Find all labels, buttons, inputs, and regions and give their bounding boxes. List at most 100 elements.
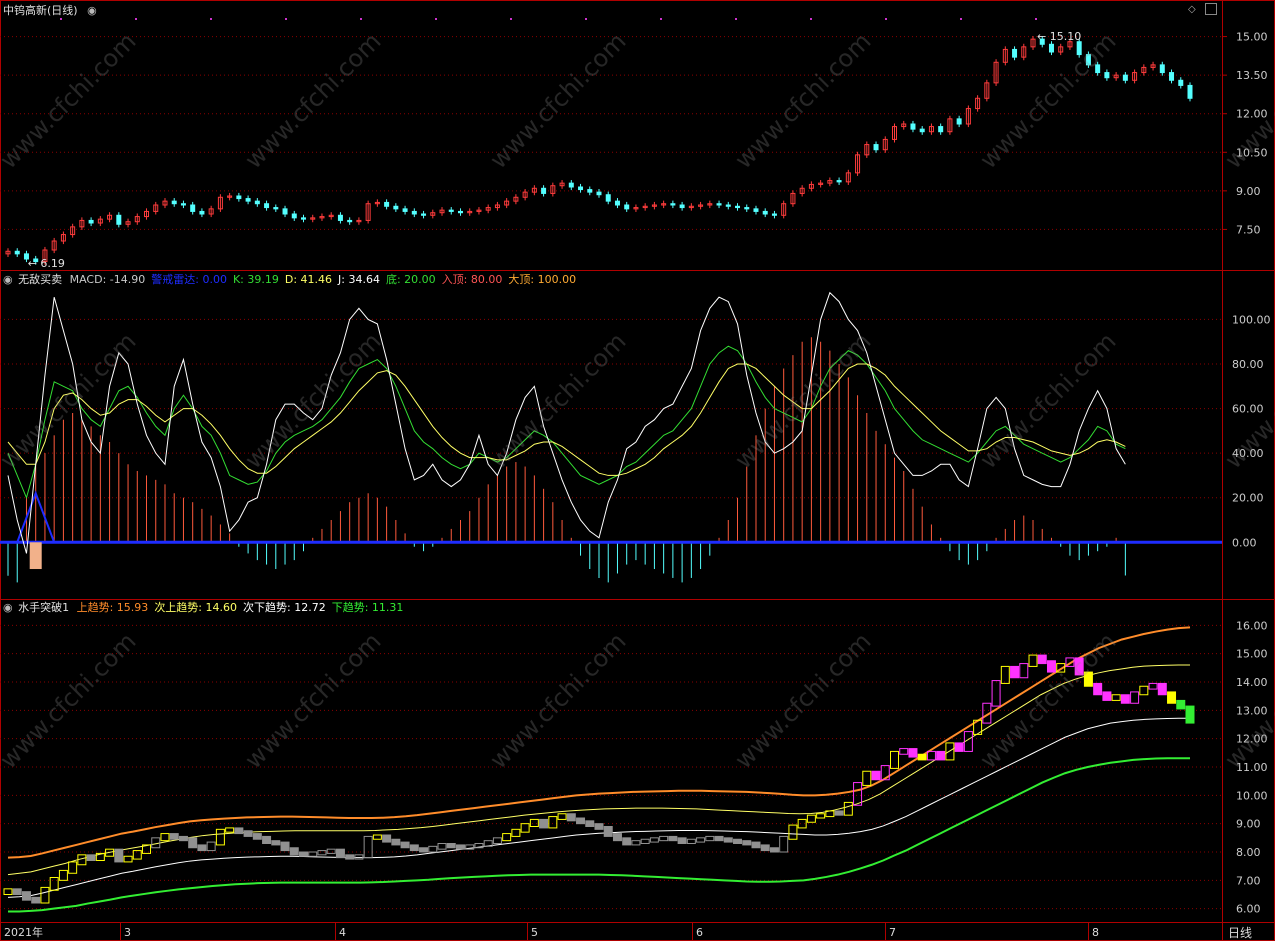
x-tick-label: 2021年 <box>4 925 43 939</box>
breakout-candle <box>86 854 96 861</box>
x-tick-label: 6 <box>696 926 703 939</box>
breakout-candle <box>40 886 50 904</box>
breakout-candle <box>908 748 918 758</box>
y-tick-label: 7.00 <box>1236 874 1261 887</box>
breakout-candle <box>548 816 558 829</box>
candle-body <box>1048 43 1054 53</box>
candle-body <box>1159 64 1165 74</box>
expand-icon[interactable]: ◉ <box>3 601 13 614</box>
y-tick-label: 7.50 <box>1236 223 1261 236</box>
signal-dot <box>660 18 662 20</box>
candle-body <box>873 144 879 151</box>
breakout-candle <box>576 817 586 825</box>
high-marker: ← 15.10 <box>1037 30 1081 43</box>
breakout-candle <box>58 869 68 881</box>
breakout-candle <box>612 833 622 842</box>
breakout-candle <box>991 680 1001 707</box>
legend-item: 下趋势: 11.31 <box>331 601 404 614</box>
breakout-candle <box>419 847 429 853</box>
breakout-candle <box>1148 682 1158 690</box>
panel2-header: ◉ 无敌买卖 MACD: -14.90 警戒雷达: 0.00 K: 39.19 D: … <box>3 273 588 287</box>
breakout-candle <box>696 837 706 843</box>
candle-body <box>753 208 759 212</box>
legend-item: D: 41.46 <box>284 273 333 286</box>
y-tick-label: 13.50 <box>1236 69 1268 82</box>
breakout-candle <box>225 827 235 833</box>
panel3-name: 水手突破1 <box>18 601 70 614</box>
breakout-candle <box>1139 685 1149 696</box>
breakout-candle <box>446 843 456 849</box>
diamond-icon[interactable]: ◇ <box>1188 4 1196 16</box>
legend-item: K: 39.19 <box>232 273 279 286</box>
breakout-candle <box>49 877 59 891</box>
kdj-line <box>7 291 1126 554</box>
breakout-candle <box>511 828 521 837</box>
candle-body <box>421 213 427 216</box>
breakout-candle <box>188 837 198 849</box>
breakout-candle <box>594 823 604 830</box>
candle-body <box>1122 74 1128 81</box>
breakout-candle <box>197 844 207 852</box>
candle-body <box>836 180 842 183</box>
breakout-candle <box>234 827 244 835</box>
signal-dot <box>360 18 362 20</box>
panel1-title: 中钨高新(日线) <box>3 4 78 17</box>
watermark: www.cfchi.com <box>484 627 631 774</box>
outer-frame <box>0 0 1275 941</box>
breakout-candle <box>1010 665 1020 679</box>
breakout-candle <box>382 834 392 843</box>
breakout-candle <box>169 833 179 840</box>
breakout-candle <box>686 838 696 844</box>
expand-icon[interactable]: ◉ <box>3 273 13 286</box>
breakout-candle <box>455 844 465 850</box>
watermark: www.cfchi.com <box>0 627 141 774</box>
breakout-candle <box>723 837 733 843</box>
candle-body <box>190 204 196 212</box>
candle-body <box>337 214 343 221</box>
candle-body <box>282 208 288 215</box>
legend-item: 上趋势: 15.93 <box>76 601 149 614</box>
y-tick-label: 16.00 <box>1236 619 1268 632</box>
breakout-candle <box>354 854 364 860</box>
breakout-candle <box>816 813 826 819</box>
breakout-candle <box>760 844 770 852</box>
candle-body <box>624 204 630 210</box>
candle-body <box>180 203 186 206</box>
candle-body <box>14 250 20 255</box>
breakout-candle <box>326 848 336 854</box>
panel1-header: 中钨高新(日线) ◉ <box>3 4 103 18</box>
breakout-candle <box>308 851 318 857</box>
candle-body <box>264 203 270 209</box>
breakout-candle <box>622 837 632 846</box>
candle-body <box>762 210 768 215</box>
candle-body <box>541 187 547 194</box>
watermark: www.cfchi.com <box>974 327 1121 474</box>
breakout-candle <box>1102 691 1112 701</box>
panel3-header: ◉ 水手突破1 上趋势: 15.93 次上趋势: 14.60 次下趋势: 12.72… <box>3 601 415 615</box>
breakout-candle <box>492 837 502 844</box>
breakout-candle <box>1185 705 1195 724</box>
y-tick-label: 15.00 <box>1236 31 1268 44</box>
kdj-line <box>7 345 1126 500</box>
maximize-icon[interactable] <box>1205 3 1217 15</box>
trend-line <box>7 664 1190 876</box>
breakout-candle <box>834 810 844 816</box>
x-tick-label: 3 <box>124 926 131 939</box>
y-tick-label: 9.00 <box>1236 818 1261 831</box>
watermark: www.cfchi.com <box>1219 327 1275 474</box>
collapse-icon[interactable]: ◉ <box>87 4 97 17</box>
period-tab[interactable]: 日线 <box>1228 924 1252 941</box>
candle-body <box>578 186 584 191</box>
signal-dot <box>435 18 437 20</box>
x-tick-label: 4 <box>339 926 346 939</box>
breakout-candle <box>853 782 863 806</box>
signal-dot <box>210 18 212 20</box>
breakout-candle <box>640 838 650 844</box>
candle-body <box>614 200 620 206</box>
breakout-candle <box>160 833 170 842</box>
breakout-candle <box>705 835 715 842</box>
breakout-candle <box>539 818 549 829</box>
breakout-candle <box>68 861 78 874</box>
breakout-candle <box>659 835 669 842</box>
breakout-candle <box>31 896 41 904</box>
